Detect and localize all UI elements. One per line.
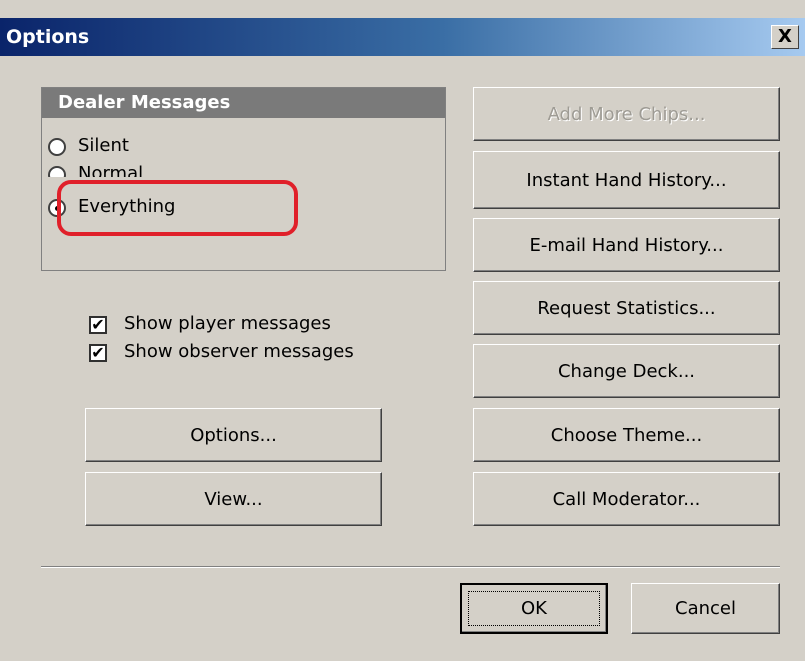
radio-silent[interactable]: Silent xyxy=(48,135,448,160)
show-player-messages-checkbox[interactable]: ✔ Show player messages xyxy=(89,313,449,338)
close-button[interactable]: X xyxy=(771,25,799,49)
view-button[interactable]: View... xyxy=(85,472,382,526)
call-moderator-button[interactable]: Call Moderator... xyxy=(473,472,780,526)
dealer-messages-title: Dealer Messages xyxy=(58,92,231,113)
dealer-messages-group: Dealer Messages xyxy=(41,87,446,271)
radio-label-silent: Silent xyxy=(78,135,129,156)
radio-circle[interactable] xyxy=(48,166,66,177)
footer-separator xyxy=(41,566,780,568)
change-deck-button[interactable]: Change Deck... xyxy=(473,344,780,398)
dealer-messages-header: Dealer Messages xyxy=(42,88,445,118)
instant-hand-history-button[interactable]: Instant Hand History... xyxy=(473,151,780,209)
focus-rectangle xyxy=(468,591,600,626)
options-button[interactable]: Options... xyxy=(85,408,382,462)
cancel-button[interactable]: Cancel xyxy=(631,583,780,634)
red-highlight-annotation xyxy=(57,180,298,236)
ok-button[interactable]: OK xyxy=(460,583,608,634)
close-icon: X xyxy=(778,26,792,47)
options-dialog: Options X Dealer Messages Silent Normal … xyxy=(0,0,805,661)
add-more-chips-button: Add More Chips... xyxy=(473,87,780,141)
radio-label-normal: Normal xyxy=(78,164,144,177)
checkbox-label: Show player messages xyxy=(124,313,331,334)
request-statistics-button[interactable]: Request Statistics... xyxy=(473,281,780,335)
radio-circle[interactable] xyxy=(48,138,66,156)
checkbox-label: Show observer messages xyxy=(124,341,354,362)
checkmark-icon[interactable]: ✔ xyxy=(89,316,107,334)
window-title: Options xyxy=(6,26,90,48)
title-bar[interactable]: Options X xyxy=(0,18,805,56)
show-observer-messages-checkbox[interactable]: ✔ Show observer messages xyxy=(89,341,449,366)
radio-normal[interactable]: Normal xyxy=(48,164,448,177)
email-hand-history-button[interactable]: E-mail Hand History... xyxy=(473,218,780,272)
choose-theme-button[interactable]: Choose Theme... xyxy=(473,408,780,462)
checkmark-icon[interactable]: ✔ xyxy=(89,344,107,362)
